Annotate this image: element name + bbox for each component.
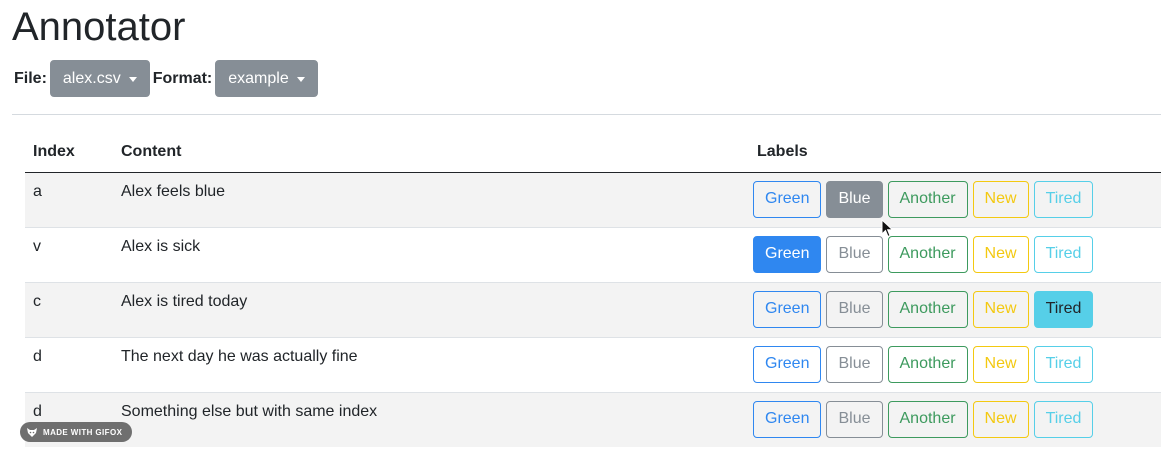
row-index: a [25, 171, 113, 227]
caret-down-icon [296, 77, 305, 82]
format-dropdown-value: example [228, 69, 289, 87]
table-body: a Alex feels blue Green Blue Another New Tired… [25, 171, 1161, 447]
table-row: c Alex is tired today Green Blue Another New T… [25, 281, 1161, 337]
label-button-another[interactable]: Another [887, 400, 968, 438]
label-button-another[interactable]: Another [887, 345, 968, 383]
format-label: Format: [152, 69, 213, 87]
row-labels: Green Blue Another New Tired [749, 226, 1161, 282]
header-labels: Labels [749, 132, 1161, 173]
label-button-green[interactable]: Green [753, 400, 822, 438]
label-button-blue[interactable]: Blue [826, 180, 883, 218]
table-header-row: Index Content Labels [25, 132, 1161, 173]
row-content: The next day he was actually fine [113, 336, 749, 392]
row-index: c [25, 281, 113, 337]
table-row: d The next day he was actually fine Green B… [25, 336, 1161, 392]
fox-icon [27, 428, 37, 437]
label-button-group: Green Blue Another New Tired [753, 180, 1153, 218]
label-button-green[interactable]: Green [753, 290, 822, 328]
label-button-new[interactable]: New [972, 235, 1029, 273]
label-button-another[interactable]: Another [887, 235, 968, 273]
mouse-cursor-icon [881, 219, 894, 238]
table-row: a Alex feels blue Green Blue Another New Tired [25, 171, 1161, 227]
label-button-green[interactable]: Green [753, 345, 822, 383]
label-button-another[interactable]: Another [887, 180, 968, 218]
label-button-tired[interactable]: Tired [1033, 180, 1094, 218]
row-labels: Green Blue Another New Tired [749, 281, 1161, 337]
row-labels: Green Blue Another New Tired [749, 336, 1161, 392]
row-content: Something else but with same index [113, 391, 749, 447]
label-button-blue[interactable]: Blue [826, 400, 883, 438]
annotation-table: Index Content Labels a Alex feels blue Gre… [25, 132, 1161, 447]
file-dropdown[interactable]: alex.csv [49, 60, 150, 97]
row-content: Alex feels blue [113, 171, 749, 227]
header-index: Index [25, 132, 113, 173]
row-content: Alex is sick [113, 226, 749, 282]
label-button-tired[interactable]: Tired [1033, 290, 1094, 328]
label-button-group: Green Blue Another New Tired [753, 290, 1153, 328]
page-title: Annotator [12, 5, 186, 49]
label-button-tired[interactable]: Tired [1033, 345, 1094, 383]
label-button-new[interactable]: New [972, 345, 1029, 383]
label-button-green[interactable]: Green [753, 180, 822, 218]
row-index: v [25, 226, 113, 282]
row-content: Alex is tired today [113, 281, 749, 337]
format-dropdown[interactable]: example [215, 60, 318, 97]
gifox-watermark: MADE WITH GIFOX [20, 422, 133, 442]
label-button-another[interactable]: Another [887, 290, 968, 328]
row-index: d [25, 336, 113, 392]
label-button-new[interactable]: New [972, 290, 1029, 328]
label-button-tired[interactable]: Tired [1033, 400, 1094, 438]
controls-bar: File: alex.csv Format: example [14, 60, 321, 97]
label-button-new[interactable]: New [972, 180, 1029, 218]
row-labels: Green Blue Another New Tired [749, 171, 1161, 227]
caret-down-icon [128, 77, 137, 82]
label-button-blue[interactable]: Blue [826, 235, 883, 273]
file-label: File: [14, 69, 47, 87]
label-button-blue[interactable]: Blue [826, 345, 883, 383]
label-button-group: Green Blue Another New Tired [753, 400, 1153, 438]
divider [12, 114, 1161, 115]
label-button-new[interactable]: New [972, 400, 1029, 438]
table-row: d Something else but with same index Green… [25, 391, 1161, 447]
label-button-green[interactable]: Green [753, 235, 822, 273]
label-button-blue[interactable]: Blue [826, 290, 883, 328]
file-dropdown-value: alex.csv [62, 69, 121, 87]
header-content: Content [113, 132, 749, 173]
watermark-text: MADE WITH GIFOX [43, 427, 123, 437]
row-labels: Green Blue Another New Tired [749, 391, 1161, 447]
label-button-tired[interactable]: Tired [1033, 235, 1094, 273]
label-button-group: Green Blue Another New Tired [753, 235, 1153, 273]
label-button-group: Green Blue Another New Tired [753, 345, 1153, 383]
table-row: v Alex is sick Green Blue Another New Tired [25, 226, 1161, 282]
